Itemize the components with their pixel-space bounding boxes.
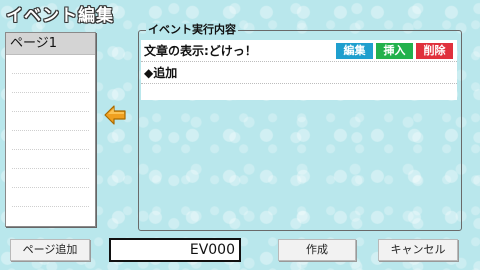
page-list-empty-row [12,188,89,207]
event-id-field[interactable]: EV000 [109,238,241,262]
page-list-empty-row [12,150,89,169]
delete-button[interactable]: 削除 [416,43,453,59]
page-list-empty-row [12,55,89,74]
event-command-row[interactable]: 文章の表示:どけっ！ 編集 挿入 削除 [141,40,457,62]
add-command-label: ◆追加 [144,66,178,80]
add-command-row[interactable]: ◆追加 [141,62,457,84]
insert-button[interactable]: 挿入 [376,43,413,59]
page-list-empty-row [12,93,89,112]
create-button[interactable]: 作成 [278,239,356,261]
arrow-left-icon[interactable] [104,105,126,125]
event-command-list[interactable]: 文章の表示:どけっ！ 編集 挿入 削除 ◆追加 [141,40,457,100]
page-list-empty-row [12,131,89,150]
page-list-empty-row [12,169,89,188]
event-command-actions: 編集 挿入 削除 [336,43,453,59]
event-command-text: 文章の表示:どけっ！ [144,44,257,58]
page-list[interactable]: ページ1 [5,32,96,227]
page-list-empty-row [12,112,89,131]
cancel-button[interactable]: キャンセル [378,239,458,261]
add-page-button[interactable]: ページ追加 [10,239,90,261]
window-title: イベント編集 [6,6,114,26]
page-list-item-page1[interactable]: ページ1 [6,33,95,55]
event-contents-title: イベント実行内容 [146,23,238,37]
page-list-empty-row [12,74,89,93]
edit-button[interactable]: 編集 [336,43,373,59]
